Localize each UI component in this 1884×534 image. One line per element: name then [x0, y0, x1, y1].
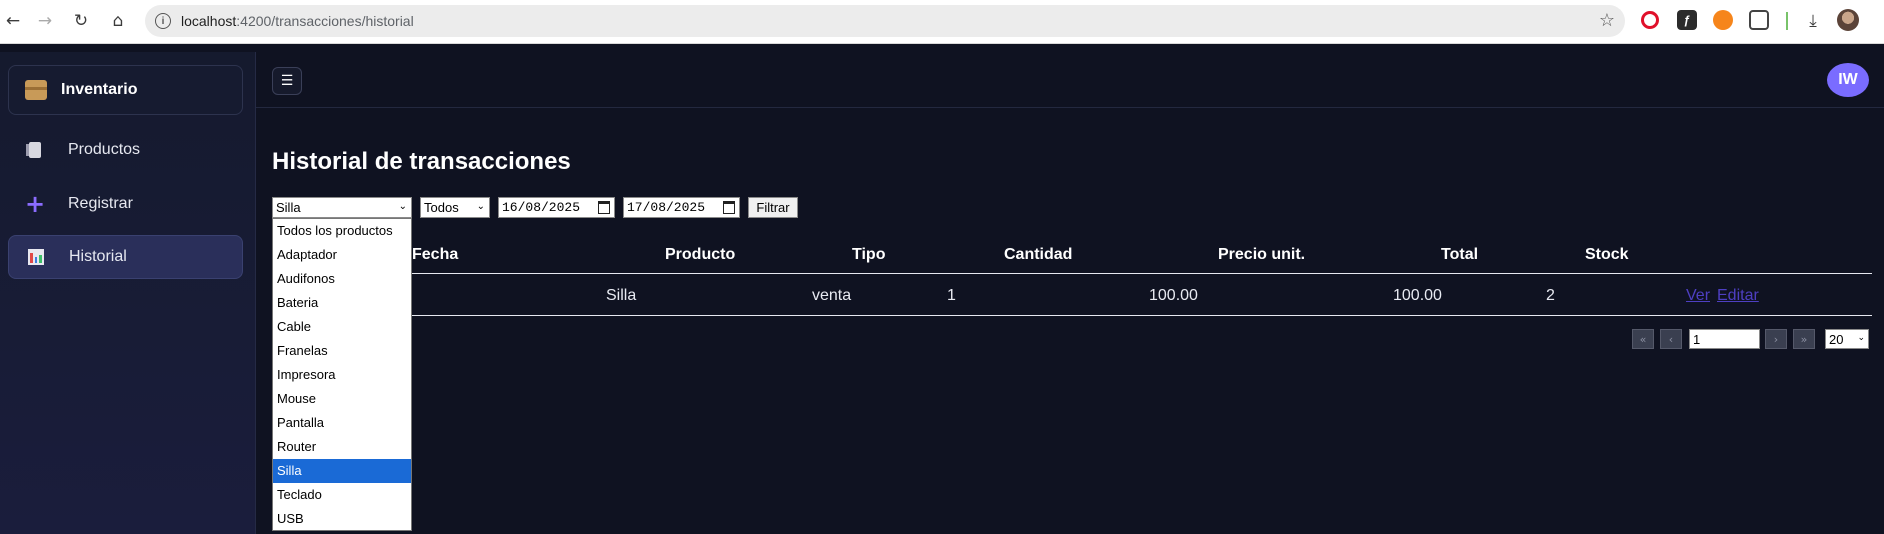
- dropdown-option[interactable]: Audifonos: [273, 267, 411, 291]
- product-select-value: Silla: [276, 200, 301, 215]
- menu-toggle-button[interactable]: ☰: [272, 67, 302, 95]
- view-link[interactable]: Ver: [1686, 287, 1710, 305]
- column-header-producto: Producto: [665, 246, 736, 263]
- cell-cantidad: 1: [947, 287, 956, 304]
- chevron-down-icon: ⌄: [398, 201, 407, 212]
- page-number-input[interactable]: 1: [1689, 329, 1760, 349]
- script-extension-icon[interactable]: ƒ: [1677, 10, 1697, 30]
- column-header-tipo: Tipo: [852, 246, 886, 263]
- date-from-value: 16/08/2025: [502, 200, 581, 215]
- sidebar-item-label: Registrar: [68, 195, 133, 212]
- opera-extension-icon[interactable]: [1641, 11, 1659, 29]
- table-header-divider: [272, 273, 1872, 274]
- extensions-puzzle-icon[interactable]: [1749, 10, 1769, 30]
- chevron-down-icon: ⌄: [476, 201, 485, 212]
- sidebar-item-label: Historial: [69, 248, 127, 265]
- sidebar: Inventario Productos + Registrar Histori…: [0, 52, 256, 534]
- dropdown-option[interactable]: Teclado: [273, 483, 411, 507]
- metamask-extension-icon[interactable]: [1713, 10, 1733, 30]
- chevron-down-icon: ⌄: [1857, 333, 1865, 343]
- toolbar-divider: [1786, 12, 1788, 30]
- page-title: Historial de transacciones: [272, 148, 571, 175]
- sidebar-item-productos[interactable]: Productos: [8, 128, 243, 172]
- download-icon[interactable]: ⤓: [1800, 8, 1826, 34]
- sidebar-item-historial[interactable]: Historial: [8, 235, 243, 279]
- browser-toolbar: ← → ↻ ⌂ i localhost:4200/transacciones/h…: [0, 0, 1884, 44]
- dropdown-option[interactable]: Franelas: [273, 339, 411, 363]
- column-header-total: Total: [1441, 246, 1479, 263]
- dropdown-option[interactable]: Router: [273, 435, 411, 459]
- column-header-fecha: Fecha: [412, 246, 459, 263]
- first-page-button[interactable]: «: [1632, 329, 1654, 349]
- dropdown-option-selected[interactable]: Silla: [273, 459, 411, 483]
- bookmark-star-icon[interactable]: ☆: [1599, 10, 1615, 31]
- dropdown-option[interactable]: Todos los productos: [273, 219, 411, 243]
- brand[interactable]: Inventario: [8, 65, 243, 115]
- filter-button[interactable]: Filtrar: [748, 197, 798, 218]
- type-select-value: Todos: [424, 200, 459, 215]
- prev-page-button[interactable]: ‹: [1660, 329, 1682, 349]
- edit-link[interactable]: Editar: [1717, 287, 1759, 305]
- dropdown-option[interactable]: Cable: [273, 315, 411, 339]
- product-filter-select[interactable]: Silla ⌄: [272, 197, 412, 218]
- brand-label: Inventario: [61, 81, 138, 98]
- page-size-select[interactable]: 20 ⌄: [1825, 329, 1869, 349]
- dropdown-option[interactable]: Pantalla: [273, 411, 411, 435]
- forward-icon[interactable]: →: [32, 8, 58, 34]
- url-text[interactable]: localhost:4200/transacciones/historial: [181, 13, 414, 29]
- plus-icon: +: [24, 190, 46, 218]
- calendar-icon[interactable]: [723, 201, 735, 214]
- table-row-divider: [272, 315, 1872, 316]
- type-filter-select[interactable]: Todos ⌄: [420, 197, 490, 218]
- date-to-input[interactable]: 17/08/2025: [623, 197, 740, 218]
- site-info-icon[interactable]: i: [155, 13, 171, 29]
- browser-profile-avatar[interactable]: [1837, 9, 1859, 31]
- topbar: ☰ IW: [256, 52, 1884, 108]
- column-header-stock: Stock: [1585, 246, 1629, 263]
- cell-precio-unit: 100.00: [1149, 287, 1198, 304]
- package-icon: [25, 80, 47, 100]
- last-page-button[interactable]: »: [1793, 329, 1815, 349]
- sidebar-item-registrar[interactable]: + Registrar: [8, 182, 243, 226]
- dropdown-option[interactable]: USB: [273, 507, 411, 531]
- home-icon[interactable]: ⌂: [105, 8, 131, 34]
- sidebar-item-label: Productos: [68, 141, 141, 158]
- date-from-input[interactable]: 16/08/2025: [498, 197, 615, 218]
- page-size-value: 20: [1829, 331, 1844, 347]
- product-dropdown-list: Todos los productos Adaptador Audifonos …: [272, 218, 412, 531]
- dropdown-option[interactable]: Adaptador: [273, 243, 411, 267]
- column-header-cantidad: Cantidad: [1004, 246, 1073, 263]
- cell-stock: 2: [1546, 287, 1555, 304]
- back-icon[interactable]: ←: [0, 8, 26, 34]
- calendar-icon[interactable]: [598, 201, 610, 214]
- chart-icon: [27, 248, 45, 266]
- document-icon: [26, 141, 44, 159]
- date-to-value: 17/08/2025: [627, 200, 706, 215]
- address-bar[interactable]: i localhost:4200/transacciones/historial…: [145, 5, 1625, 37]
- cell-tipo: venta: [812, 287, 852, 304]
- dropdown-option[interactable]: Bateria: [273, 291, 411, 315]
- next-page-button[interactable]: ›: [1765, 329, 1787, 349]
- column-header-precio-unit: Precio unit.: [1218, 246, 1306, 263]
- dropdown-option[interactable]: Mouse: [273, 387, 411, 411]
- cell-total: 100.00: [1393, 287, 1442, 304]
- avatar[interactable]: IW: [1827, 63, 1869, 97]
- reload-icon[interactable]: ↻: [68, 8, 94, 34]
- dropdown-option[interactable]: Impresora: [273, 363, 411, 387]
- cell-producto: Silla: [606, 287, 637, 304]
